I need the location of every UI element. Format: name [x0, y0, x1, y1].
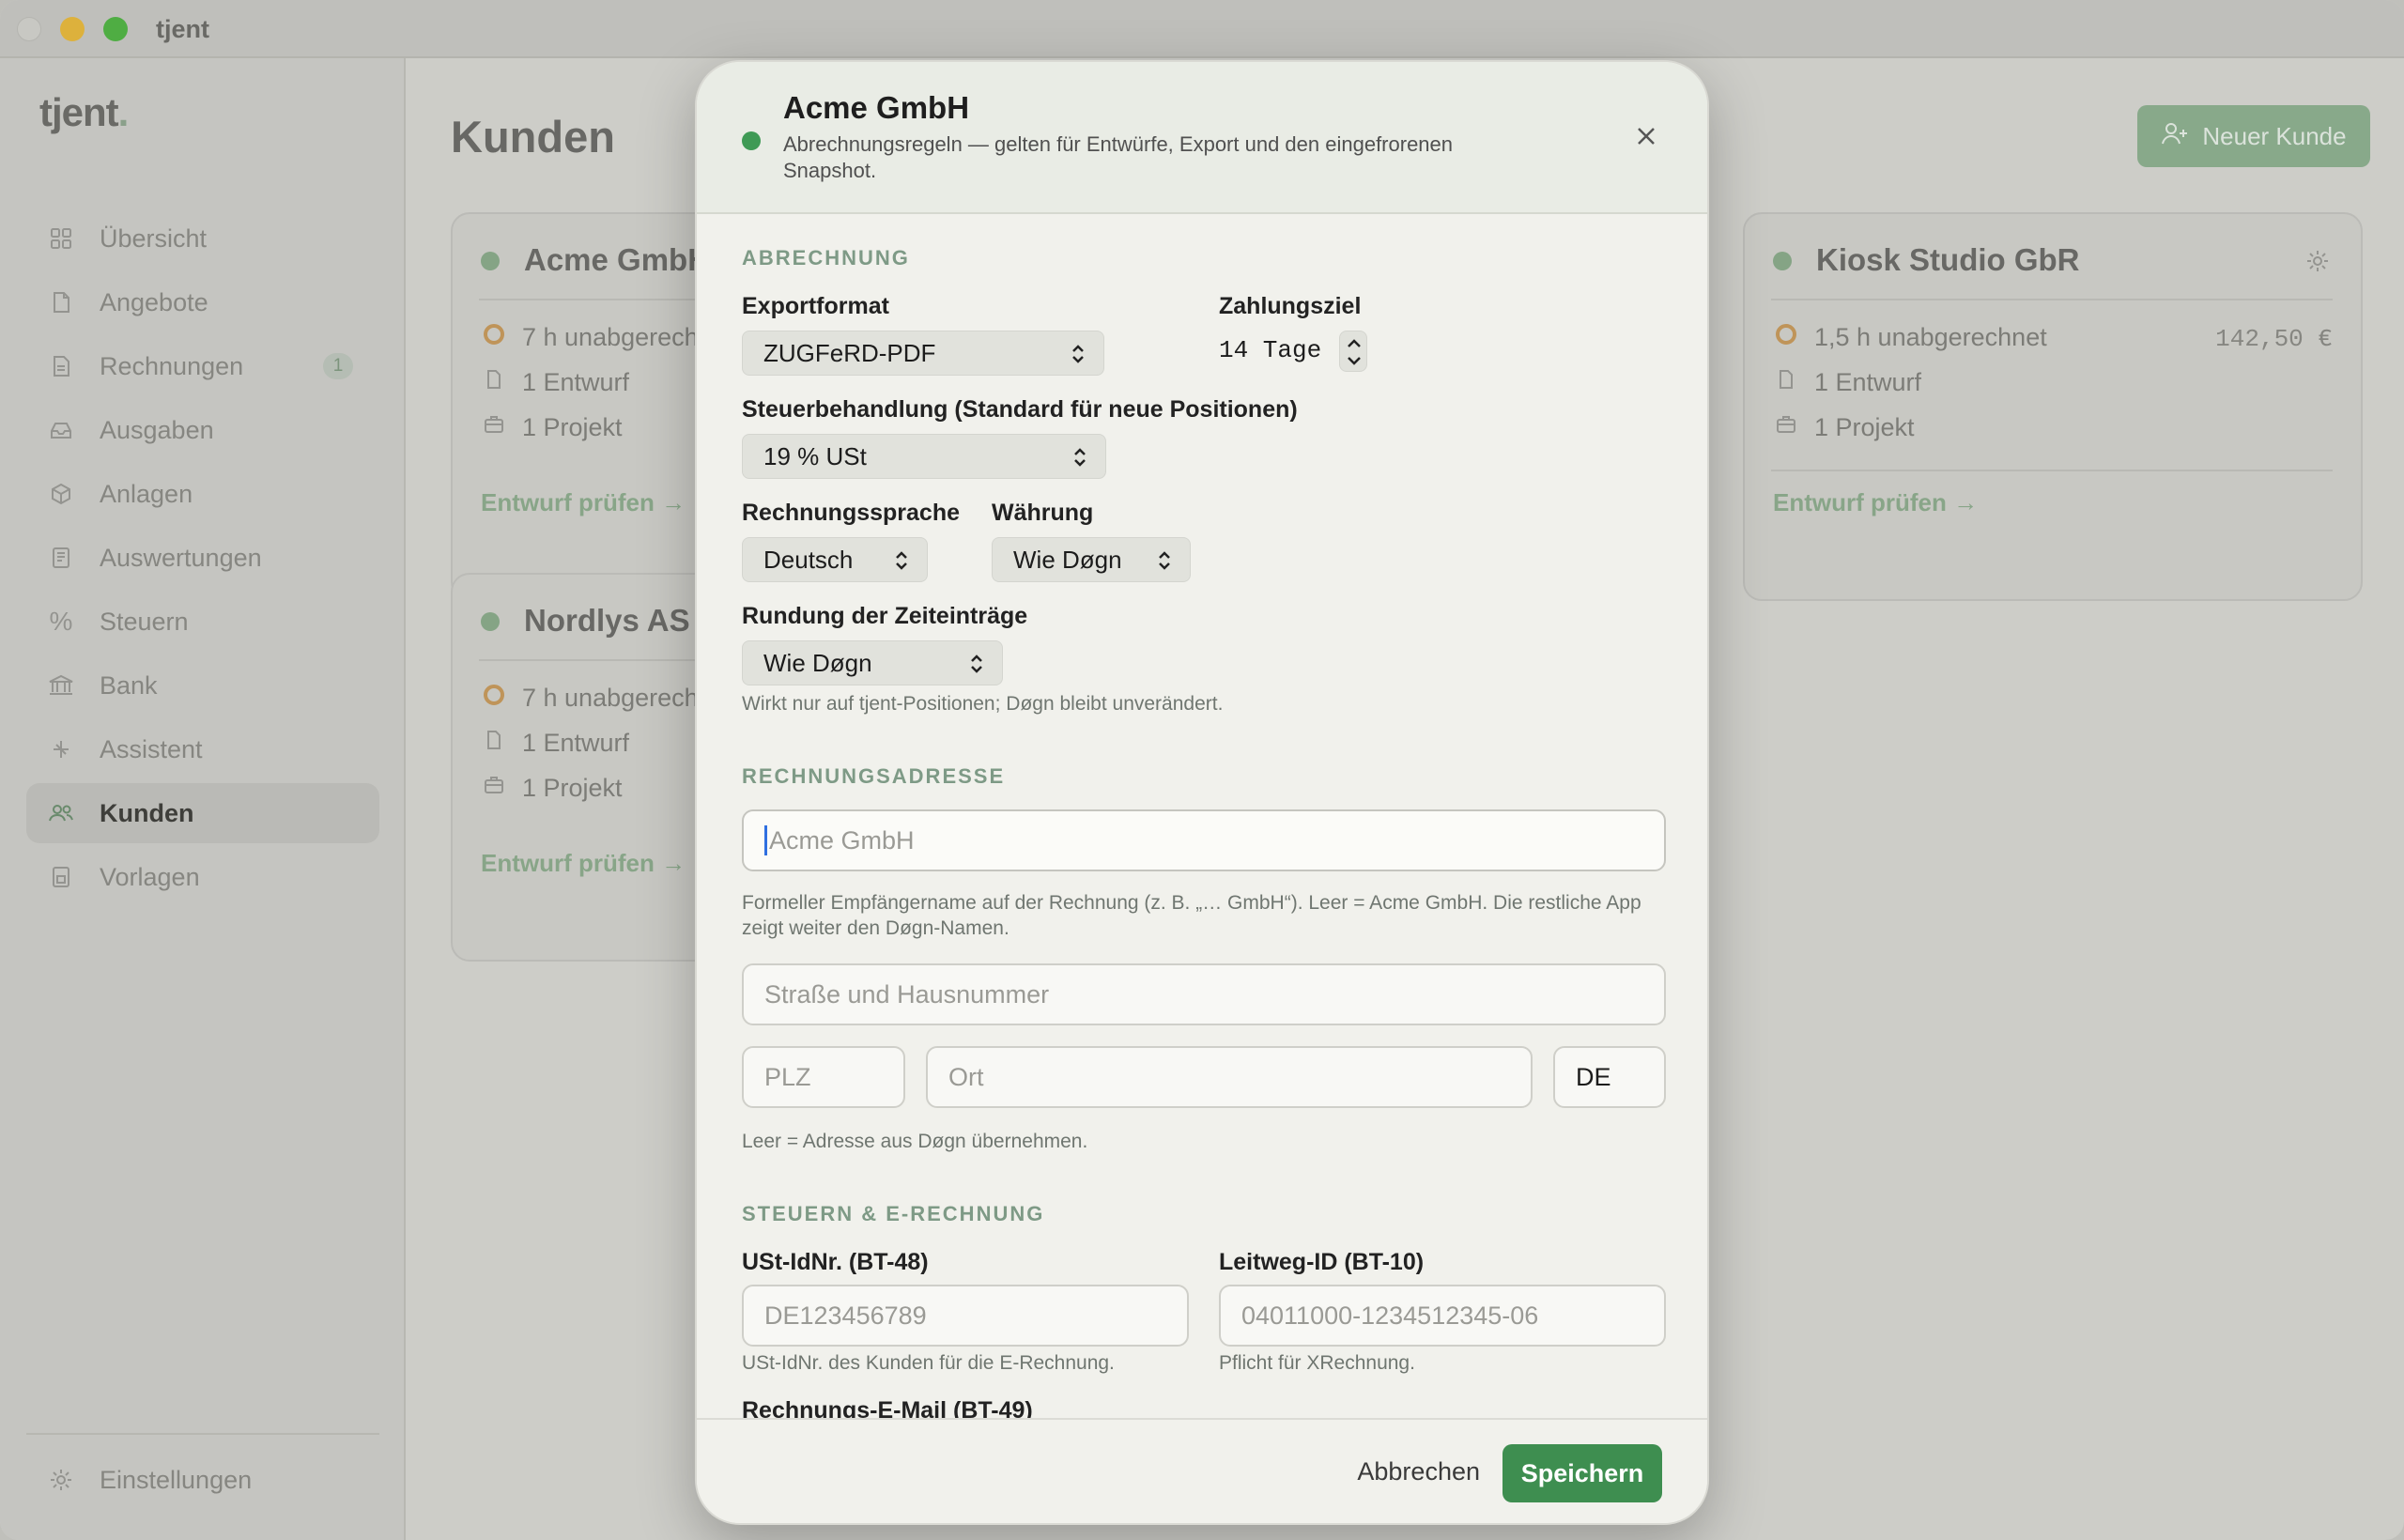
- country-value: DE: [1576, 1062, 1611, 1091]
- address-hint: Leer = Adresse aus Døgn übernehmen.: [742, 1131, 1088, 1152]
- section-billing: ABRECHNUNG: [742, 246, 910, 270]
- section-address: RECHNUNGSADRESSE: [742, 764, 1006, 788]
- export-format-label: Exportformat: [742, 293, 889, 319]
- city-input[interactable]: Ort: [926, 1046, 1533, 1108]
- city-placeholder: Ort: [948, 1062, 984, 1091]
- vat-id-placeholder: DE123456789: [764, 1301, 927, 1330]
- cancel-button[interactable]: Abbrechen: [1357, 1457, 1480, 1486]
- leitweg-label: Leitweg-ID (BT-10): [1219, 1249, 1425, 1275]
- status-dot: [742, 131, 761, 150]
- text-cursor: [764, 825, 767, 855]
- recipient-hint: Formeller Empfängername auf der Rechnung…: [742, 892, 1641, 939]
- tax-treatment-label: Steuerbehandlung (Standard für neue Posi…: [742, 396, 1298, 423]
- rounding-select[interactable]: Wie Døgn: [742, 640, 1003, 685]
- rounding-hint: Wirkt nur auf tjent-Positionen; Døgn ble…: [742, 693, 1224, 715]
- tax-treatment-select[interactable]: 19 % USt: [742, 434, 1106, 479]
- dialog-title: Acme GmbH: [783, 90, 970, 125]
- billing-rules-dialog: Acme GmbH Abrechnungsregeln — gelten für…: [695, 60, 1709, 1525]
- chevron-updown-icon: [1070, 342, 1086, 366]
- vat-id-label: USt-IdNr. (BT-48): [742, 1249, 929, 1275]
- currency-select[interactable]: Wie Døgn: [992, 537, 1191, 582]
- leitweg-hint: Pflicht für XRechnung.: [1219, 1352, 1415, 1374]
- zip-input[interactable]: PLZ: [742, 1046, 905, 1108]
- dialog-header: Acme GmbH Abrechnungsregeln — gelten für…: [697, 62, 1707, 214]
- chevron-updown-icon: [893, 548, 910, 573]
- chevron-updown-icon: [1156, 548, 1173, 573]
- recipient-name-placeholder: Acme GmbH: [769, 825, 915, 855]
- tax-treatment-value: 19 % USt: [763, 441, 867, 470]
- currency-value: Wie Døgn: [1013, 545, 1122, 574]
- street-input[interactable]: Straße und Hausnummer: [742, 963, 1666, 1025]
- dialog-footer: Abbrechen Speichern: [697, 1418, 1707, 1523]
- language-label: Rechnungssprache: [742, 500, 961, 526]
- rounding-label: Rundung der Zeiteinträge: [742, 603, 1028, 629]
- rounding-value: Wie Døgn: [763, 648, 872, 677]
- language-select[interactable]: Deutsch: [742, 537, 928, 582]
- payment-terms-stepper[interactable]: [1339, 331, 1367, 372]
- street-placeholder: Straße und Hausnummer: [764, 979, 1050, 1009]
- export-format-value: ZUGFeRD-PDF: [763, 338, 936, 367]
- currency-label: Währung: [992, 500, 1094, 526]
- section-tax: STEUERN & E-RECHNUNG: [742, 1202, 1045, 1225]
- country-input[interactable]: DE: [1553, 1046, 1666, 1108]
- leitweg-placeholder: 04011000-1234512345-06: [1241, 1301, 1539, 1330]
- chevron-updown-icon: [1071, 445, 1088, 470]
- dialog-subtitle: Abrechnungsregeln — gelten für Entwürfe,…: [783, 132, 1454, 182]
- payment-terms-label: Zahlungsziel: [1219, 293, 1362, 319]
- recipient-name-input[interactable]: Acme GmbH: [742, 809, 1666, 871]
- leitweg-input[interactable]: 04011000-1234512345-06: [1219, 1285, 1666, 1347]
- close-icon[interactable]: [1632, 122, 1660, 150]
- vat-id-hint: USt-IdNr. des Kunden für die E-Rechnung.: [742, 1352, 1115, 1374]
- payment-terms-value[interactable]: 14 Tage: [1219, 336, 1321, 364]
- vat-id-input[interactable]: DE123456789: [742, 1285, 1189, 1347]
- language-value: Deutsch: [763, 545, 854, 574]
- save-button[interactable]: Speichern: [1502, 1444, 1662, 1502]
- chevron-updown-icon: [968, 652, 985, 676]
- zip-placeholder: PLZ: [764, 1062, 811, 1091]
- export-format-select[interactable]: ZUGFeRD-PDF: [742, 331, 1104, 376]
